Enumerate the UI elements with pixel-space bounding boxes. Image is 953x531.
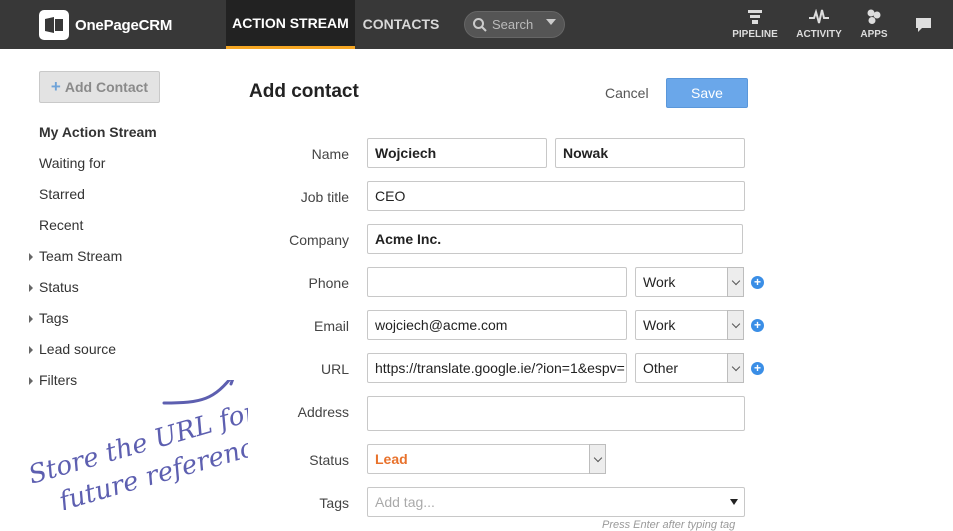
nav-activity[interactable]: ACTIVITY <box>789 8 849 40</box>
url-type-value: Other <box>643 360 679 376</box>
address-label: Address <box>297 404 349 420</box>
email-label: Email <box>313 318 349 334</box>
sidebar-item-recent[interactable]: Recent <box>39 217 83 233</box>
tab-contacts[interactable]: CONTACTS <box>355 0 447 49</box>
add-contact-button[interactable]: + Add Contact <box>39 71 160 103</box>
search-placeholder: Search <box>492 17 534 32</box>
add-contact-label: Add Contact <box>64 79 149 95</box>
sidebar-item-status[interactable]: Status <box>39 279 79 295</box>
add-url-plus-icon[interactable]: + <box>751 362 764 375</box>
plus-icon: + <box>50 77 61 96</box>
sidebar-item-team-stream[interactable]: Team Stream <box>39 248 122 264</box>
sidebar-item-starred[interactable]: Starred <box>39 186 85 202</box>
page-title: Add contact <box>249 81 359 102</box>
chevron-down-icon[interactable] <box>727 353 744 383</box>
tab-action-stream[interactable]: ACTION STREAM <box>226 0 355 49</box>
add-email-plus-icon[interactable]: + <box>751 319 764 332</box>
company-label: Company <box>289 232 349 248</box>
expand-arrow-icon[interactable] <box>29 284 33 292</box>
url-type-select[interactable]: Other <box>635 353 744 383</box>
nav-pipeline[interactable]: PIPELINE <box>725 8 785 40</box>
search-box[interactable]: Search <box>464 11 565 38</box>
sidebar-item-tags[interactable]: Tags <box>39 310 69 326</box>
name-label: Name <box>311 146 349 162</box>
logo-icon <box>39 10 69 40</box>
chevron-down-icon[interactable] <box>727 267 744 297</box>
phone-type-select[interactable]: Work <box>635 267 744 297</box>
phone-field[interactable] <box>367 267 627 297</box>
app-logo[interactable]: OnePageCRM <box>39 10 172 40</box>
search-dropdown-caret-icon[interactable] <box>546 19 556 25</box>
app-name: OnePageCRM <box>75 16 173 34</box>
company-field[interactable]: Acme Inc. <box>367 224 743 254</box>
tags-hint: Press Enter after typing tag <box>602 519 736 531</box>
expand-arrow-icon[interactable] <box>29 253 33 261</box>
expand-arrow-icon[interactable] <box>29 346 33 354</box>
status-value: Lead <box>375 451 408 467</box>
status-select[interactable]: Lead <box>367 444 606 474</box>
email-type-select[interactable]: Work <box>635 310 744 340</box>
arrow-stroke <box>162 380 232 405</box>
url-field[interactable]: https://translate.google.ie/?ion=1&espv= <box>367 353 627 383</box>
status-label: Status <box>309 452 349 468</box>
filter-icon <box>725 8 785 26</box>
cancel-button[interactable]: Cancel <box>605 85 649 101</box>
pulse-icon <box>789 8 849 26</box>
phone-label: Phone <box>308 275 349 291</box>
expand-arrow-icon[interactable] <box>29 315 33 323</box>
chat-icon[interactable] <box>915 17 932 38</box>
email-type-value: Work <box>643 317 676 333</box>
url-label: URL <box>320 361 349 377</box>
nav-apps[interactable]: APPS <box>844 8 904 40</box>
tags-input[interactable]: Add tag... <box>367 487 745 517</box>
chevron-down-icon[interactable] <box>589 444 606 474</box>
apps-icon <box>844 8 904 26</box>
address-field[interactable] <box>367 396 745 431</box>
nav-apps-label: APPS <box>860 29 888 40</box>
caret-down-icon[interactable] <box>730 499 738 505</box>
tags-placeholder: Add tag... <box>375 494 435 510</box>
phone-type-value: Work <box>643 274 676 290</box>
top-navigation-bar: OnePageCRM ACTION STREAM CONTACTS Search… <box>0 0 953 49</box>
nav-activity-label: ACTIVITY <box>796 29 842 40</box>
tags-label: Tags <box>319 495 349 511</box>
sidebar-item-waiting-for[interactable]: Waiting for <box>39 155 105 171</box>
sidebar-item-my-action-stream[interactable]: My Action Stream <box>39 124 157 140</box>
handwritten-annotation: Store the URL for future reference <box>25 380 248 510</box>
first-name-field[interactable]: Wojciech <box>367 138 547 168</box>
search-icon <box>473 17 487 32</box>
sidebar-item-lead-source[interactable]: Lead source <box>39 341 116 357</box>
save-button[interactable]: Save <box>666 78 748 108</box>
email-field[interactable]: wojciech@acme.com <box>367 310 627 340</box>
chevron-down-icon[interactable] <box>727 310 744 340</box>
add-phone-plus-icon[interactable]: + <box>751 276 764 289</box>
nav-pipeline-label: PIPELINE <box>732 29 778 40</box>
job-title-field[interactable]: CEO <box>367 181 745 211</box>
job-title-label: Job title <box>300 189 349 205</box>
last-name-field[interactable]: Nowak <box>555 138 745 168</box>
